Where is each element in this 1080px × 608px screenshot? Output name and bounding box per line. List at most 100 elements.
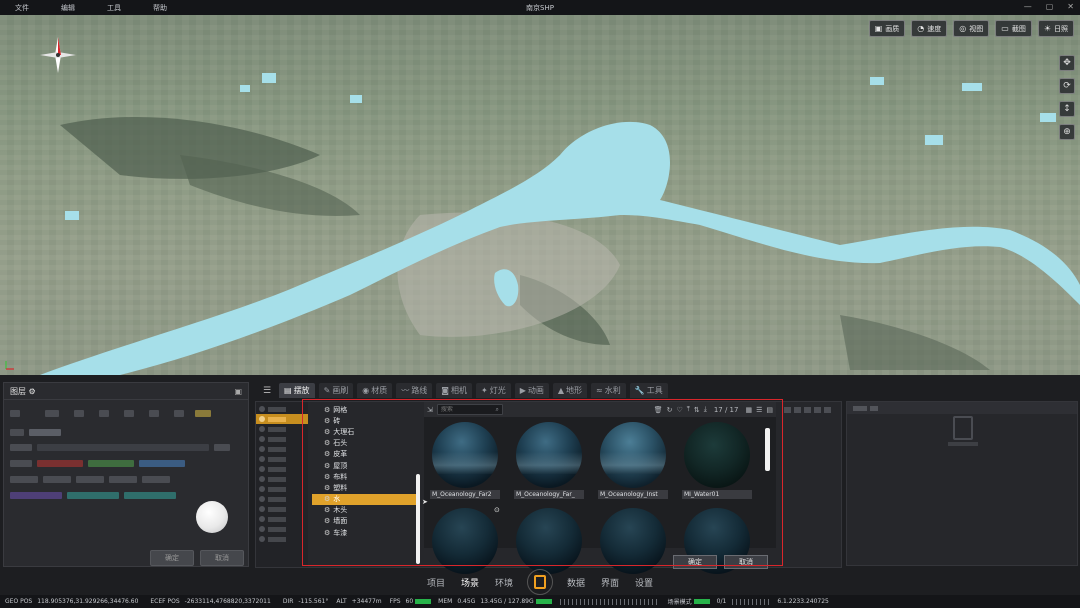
close-icon[interactable]: ✕ (1067, 2, 1074, 11)
settings-icon[interactable]: ⚙ (29, 387, 36, 396)
tab-water[interactable]: ≈ 水利 (591, 383, 626, 398)
timeline-ruler[interactable] (559, 598, 660, 605)
grid-view-icon[interactable]: ▦ (745, 406, 752, 414)
download-icon[interactable]: ⤓ (704, 405, 707, 414)
tree-item[interactable] (256, 494, 308, 504)
asset-item[interactable] (430, 508, 500, 574)
category-item[interactable]: ⚙ 大理石 (312, 426, 416, 437)
layer-ok-button[interactable]: 确定 (150, 550, 194, 566)
tree-item[interactable] (256, 404, 308, 414)
upload-icon[interactable]: ⤒ (687, 405, 690, 414)
tree-item[interactable] (256, 424, 308, 434)
category-scrollbar[interactable] (416, 474, 420, 564)
tree-item[interactable] (256, 434, 308, 444)
mini-tool-icon[interactable] (794, 407, 801, 413)
tab-tools[interactable]: 🔧 工具 (629, 383, 668, 398)
nav-data[interactable]: 数据 (567, 576, 585, 589)
map-viewport[interactable]: ▣ 画质 ◔ 速度 ◎ 视图 ▭ 截图 ☀ 日照 ✥ ⟳ ↕ ⊕ (0, 15, 1080, 375)
menu-edit[interactable]: 编辑 (46, 3, 90, 13)
ok-button[interactable]: 确定 (673, 555, 717, 569)
center-logo-button[interactable] (527, 569, 553, 595)
globe-icon[interactable]: ⊕ (1059, 124, 1075, 140)
category-item-selected[interactable]: ⚙ 水 (312, 493, 416, 505)
tab-route[interactable]: 〰路线 (396, 383, 433, 398)
mini-tool-icon[interactable] (804, 407, 811, 413)
panel-toggle-icon[interactable]: ▣ (234, 387, 242, 396)
tab-light[interactable]: ✦ 灯光 (476, 383, 511, 398)
asset-item[interactable]: M_Oceanology_Far2 (430, 422, 500, 499)
asset-item[interactable] (514, 508, 584, 574)
zoom-icon[interactable]: ↕ (1059, 101, 1075, 117)
menu-file[interactable]: 文件 (0, 3, 44, 13)
view-button[interactable]: ◎ 视图 (953, 20, 990, 37)
menu-tools[interactable]: 工具 (92, 3, 136, 13)
gear-icon: ⚙ (324, 405, 331, 414)
delete-icon[interactable]: 🗑 (654, 406, 663, 414)
search-box[interactable]: ⌕ (436, 404, 503, 415)
menu-help[interactable]: 帮助 (138, 3, 182, 13)
asset-item[interactable]: M_Oceanology_Far_ (514, 422, 584, 499)
pan-icon[interactable]: ✥ (1059, 55, 1075, 71)
tab-brush[interactable]: ✎ 画刷 (318, 383, 354, 398)
tab-terrain[interactable]: ▲ 地形 (552, 383, 588, 398)
category-item[interactable]: ⚙ 石头 (312, 438, 416, 449)
sunlight-button[interactable]: ☀ 日照 (1037, 20, 1074, 37)
tree-item[interactable] (256, 444, 308, 454)
asset-item[interactable] (598, 508, 668, 574)
mini-tool-icon[interactable] (814, 407, 821, 413)
search-input[interactable] (440, 406, 489, 413)
favorite-icon[interactable]: ♡ (676, 406, 682, 414)
tree-item[interactable] (256, 464, 308, 474)
tab-material[interactable]: ◉ 材质 (357, 383, 393, 398)
menu-icon[interactable]: ☰ (255, 386, 279, 396)
cancel-button[interactable]: 取消 (724, 555, 768, 569)
tree-item[interactable] (256, 454, 308, 464)
tab-animation[interactable]: ▶ 动画 (514, 383, 549, 398)
info-icon[interactable]: ⊙ (494, 506, 500, 514)
tree-item[interactable] (256, 474, 308, 484)
category-item[interactable]: ⚙ 布料 (312, 471, 416, 482)
nav-interface[interactable]: 界面 (601, 576, 619, 589)
category-item[interactable]: ⚙ 木头 (312, 505, 416, 516)
maximize-icon[interactable]: ▢ (1046, 2, 1054, 11)
nav-environment[interactable]: 环境 (495, 576, 513, 589)
detail-view-icon[interactable]: ▤ (766, 406, 773, 414)
category-item[interactable]: ⚙ 车漆 (312, 527, 416, 538)
tab-place[interactable]: ▤ 摆放 (279, 383, 315, 398)
category-item[interactable]: ⚙ 砖 (312, 415, 416, 426)
category-item[interactable]: ⚙ 屋顶 (312, 460, 416, 471)
search-icon[interactable]: ⌕ (496, 406, 499, 414)
asset-panel-body: ⚙ 网格 ⚙ 砖 ⚙ 大理石 ⚙ 石头 ⚙ 皮革 ⚙ 屋顶 ⚙ 布料 ⚙ 塑料 ⚙ 水 ⚙ 木头 ⚙… (255, 401, 842, 574)
rotate-icon[interactable]: ⟳ (1059, 78, 1075, 94)
tree-item[interactable] (256, 514, 308, 524)
mini-tool-icon[interactable] (824, 407, 831, 413)
layer-cancel-button[interactable]: 取消 (200, 550, 244, 566)
category-item[interactable]: ⚙ 墙面 (312, 516, 416, 527)
asset-item[interactable]: M_Oceanology_Inst (598, 422, 668, 499)
asset-item[interactable]: MI_Water01 (682, 422, 752, 499)
sort-icon[interactable]: ⇅ (694, 406, 700, 414)
category-item[interactable]: ⚙ 皮革 (312, 449, 416, 460)
list-view-icon[interactable]: ☰ (756, 406, 762, 414)
tree-item-selected[interactable] (256, 414, 308, 424)
category-item[interactable]: ⚙ 网格 (312, 404, 416, 415)
minimize-icon[interactable]: — (1024, 2, 1032, 11)
tab-camera[interactable]: ◙ 相机 (436, 383, 473, 398)
nav-project[interactable]: 项目 (427, 576, 445, 589)
asset-grid-scrollbar[interactable] (765, 428, 770, 471)
tree-item[interactable] (256, 534, 308, 544)
category-item[interactable]: ⚙ 塑料 (312, 482, 416, 493)
tree-item[interactable] (256, 524, 308, 534)
screenshot-button[interactable]: ▭ 截图 (995, 20, 1032, 37)
tree-item[interactable] (256, 484, 308, 494)
nav-settings[interactable]: 设置 (635, 576, 653, 589)
speed-button[interactable]: ◔ 速度 (911, 20, 948, 37)
compass-icon[interactable] (38, 35, 78, 75)
refresh-icon[interactable]: ↻ (667, 406, 673, 414)
nav-scene[interactable]: 场景 (461, 576, 479, 589)
quality-button[interactable]: ▣ 画质 (868, 20, 906, 37)
filter-icon[interactable]: ⇲ (427, 406, 433, 414)
mini-tool-icon[interactable] (784, 407, 791, 413)
tree-item[interactable] (256, 504, 308, 514)
terrain-map[interactable] (0, 15, 1080, 375)
